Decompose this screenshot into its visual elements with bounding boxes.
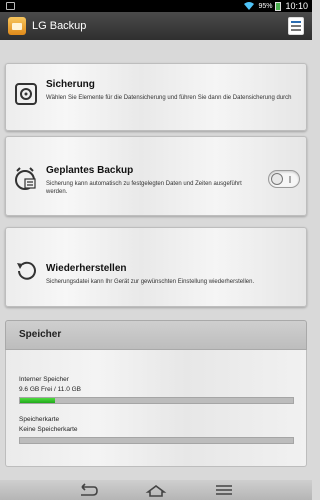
storage-title: Speicher <box>19 329 62 340</box>
backup-disk-icon <box>15 83 37 105</box>
sd-card-bar <box>19 437 294 444</box>
app-title: LG Backup <box>32 20 87 32</box>
notification-icon <box>6 2 15 10</box>
scheduled-backup-title: Geplantes Backup <box>46 165 134 176</box>
wifi-icon <box>244 2 255 10</box>
back-icon[interactable] <box>76 483 98 497</box>
sd-card-value: Keine Speicherkarte <box>19 426 78 433</box>
scheduled-backup-card[interactable]: Geplantes Backup Sicherung kann automati… <box>5 136 307 216</box>
backup-card[interactable]: Sicherung Wählen Sie Elemente für die Da… <box>5 63 307 131</box>
restore-title: Wiederherstellen <box>46 263 127 274</box>
internal-storage-fill <box>20 398 56 403</box>
toggle-bar <box>289 176 291 183</box>
toggle-knob <box>271 173 283 185</box>
status-bar: 95% 10:10 <box>0 0 312 12</box>
restore-subtitle: Sicherungsdatei kann Ihr Gerät zur gewün… <box>46 279 255 285</box>
storage-header: Speicher <box>5 320 307 350</box>
home-icon[interactable] <box>145 483 167 497</box>
storage-panel: Interner Speicher 9.6 GB Frei / 11.0 GB … <box>5 350 307 467</box>
lg-backup-logo-icon <box>8 17 26 35</box>
internal-storage-bar <box>19 397 294 404</box>
battery-percent: 95% <box>258 2 273 10</box>
battery-icon <box>275 1 282 11</box>
restore-card[interactable]: Wiederherstellen Sicherungsdatei kann Ih… <box>5 227 307 307</box>
scheduled-backup-subtitle: Sicherung kann automatisch zu festgelegt… <box>46 181 242 195</box>
clock: 10:10 <box>285 1 308 11</box>
alarm-clock-icon <box>15 167 36 190</box>
scheduled-backup-toggle[interactable] <box>268 170 300 188</box>
backup-subtitle: Wählen Sie Elemente für die Datensicheru… <box>46 95 292 101</box>
sd-card-label: Speicherkarte <box>19 416 60 423</box>
menu-icon[interactable] <box>213 483 235 497</box>
backup-title: Sicherung <box>46 79 95 90</box>
navigation-bar <box>0 480 312 500</box>
app-bar: LG Backup <box>0 12 312 40</box>
backup-files-menu-icon[interactable] <box>288 17 304 35</box>
restore-icon <box>17 261 36 280</box>
internal-storage-value: 9.6 GB Frei / 11.0 GB <box>19 386 82 393</box>
main-content: Sicherung Wählen Sie Elemente für die Da… <box>0 40 312 480</box>
internal-storage-label: Interner Speicher <box>19 376 69 383</box>
